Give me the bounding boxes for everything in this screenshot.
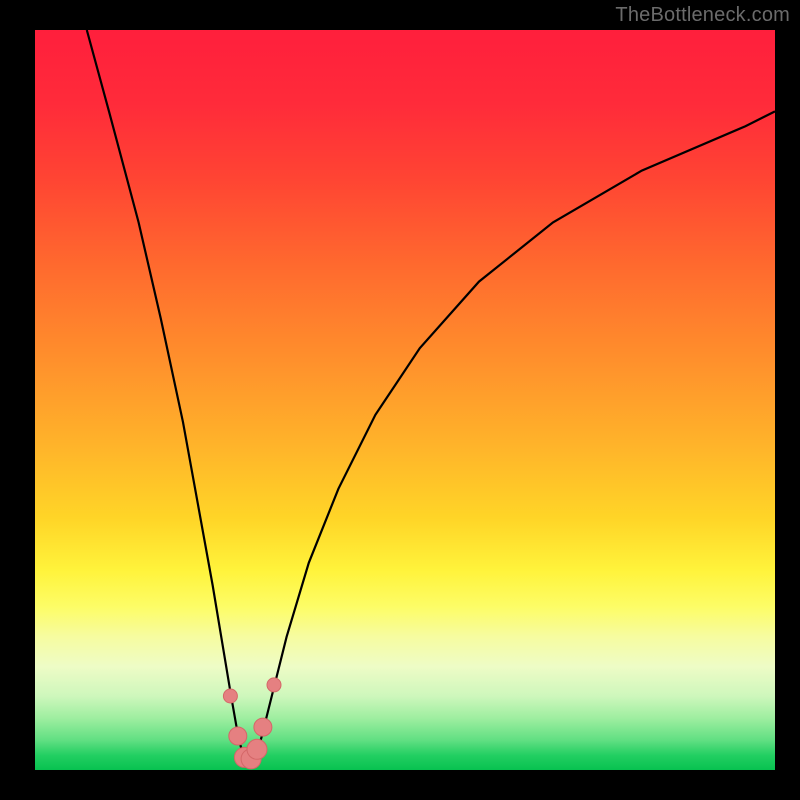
marker-point xyxy=(267,678,281,692)
highlight-markers xyxy=(223,678,281,769)
watermark-text: TheBottleneck.com xyxy=(615,4,790,27)
marker-point xyxy=(254,718,272,736)
bottleneck-curve xyxy=(87,30,775,761)
chart-svg xyxy=(35,30,775,770)
chart-frame: TheBottleneck.com xyxy=(0,0,800,800)
marker-point xyxy=(229,727,247,745)
plot-area xyxy=(35,30,775,770)
marker-point xyxy=(247,739,267,759)
marker-point xyxy=(223,689,237,703)
